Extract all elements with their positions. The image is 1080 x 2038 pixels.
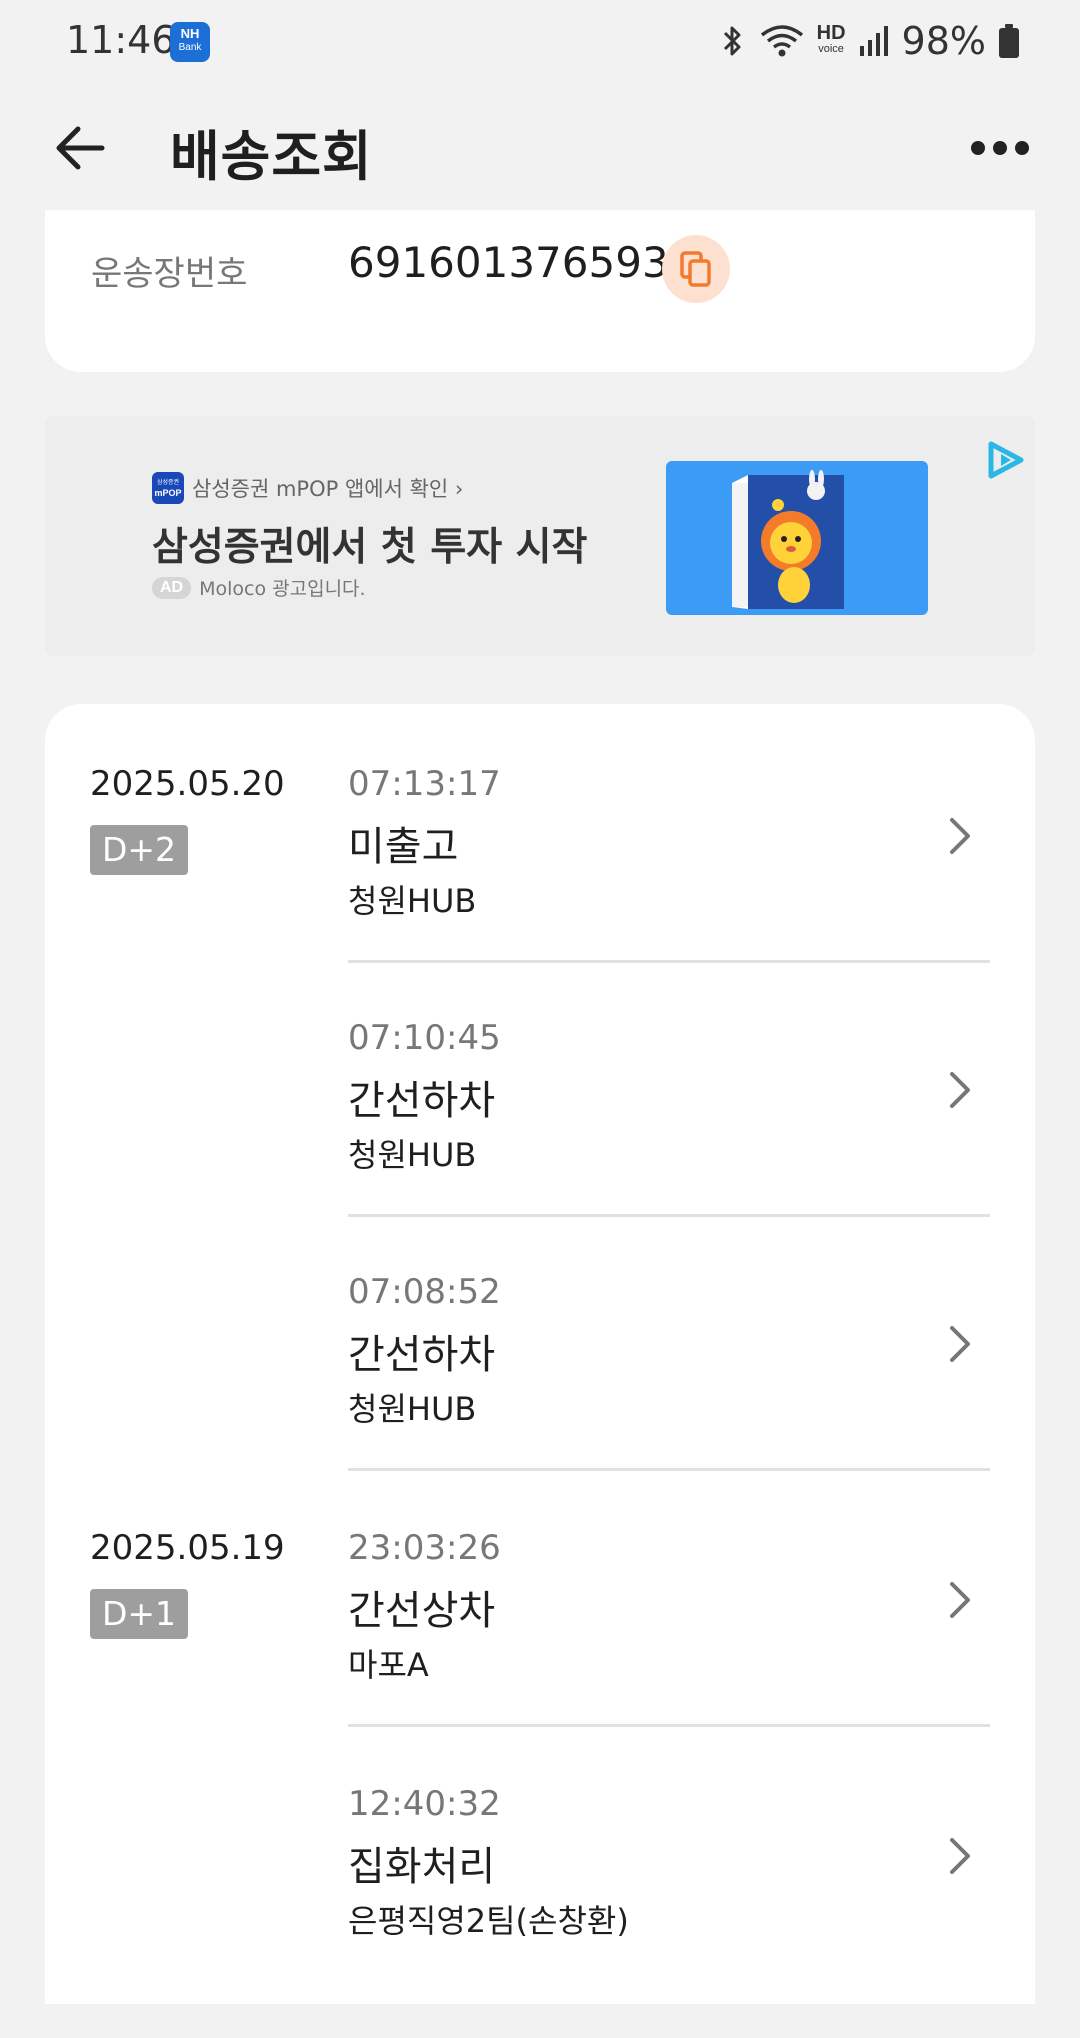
event-status: 간선하차 — [348, 1078, 496, 1124]
event-status: 간선하차 — [348, 1332, 496, 1378]
event-status: 간선상차 — [348, 1588, 496, 1634]
ad-sponsor-row: AD Moloco 광고입니다. — [152, 574, 366, 601]
event-location: 은평직영2팀(손창환) — [348, 1902, 629, 1940]
event-location: 마포A — [348, 1646, 429, 1684]
nh-icon-line1: NH — [180, 26, 200, 41]
nh-icon-line2: Bank — [178, 42, 202, 53]
ad-image — [666, 461, 928, 615]
day-badge: D+1 — [90, 1589, 189, 1639]
event-location: 청원HUB — [348, 882, 477, 920]
ad-choices-icon[interactable] — [983, 438, 1029, 484]
event-location: 청원HUB — [348, 1390, 477, 1428]
group-date: 2025.05.19 — [90, 1528, 285, 1568]
ad-badge: AD — [152, 576, 192, 599]
event-time: 12:40:32 — [348, 1784, 501, 1824]
ad-sponsor: Moloco 광고입니다. — [199, 578, 366, 600]
tracking-event-row[interactable]: 23:03:26 간선상차 마포A — [348, 1528, 990, 1782]
divider — [348, 1724, 990, 1727]
tracking-event-row[interactable]: 07:08:52 간선하차 청원HUB — [348, 1272, 990, 1526]
signal-icon — [859, 26, 888, 56]
back-button[interactable] — [48, 116, 112, 180]
ad-illustration-icon — [732, 470, 844, 609]
chevron-right-icon — [950, 818, 970, 854]
ad-app-icon-line2: mPOP — [154, 488, 182, 498]
waybill-number: 691601376593 — [348, 238, 669, 287]
copy-icon — [680, 251, 711, 287]
tracking-event-row[interactable]: 12:40:32 집화처리 은평직영2팀(손창환) — [348, 1784, 990, 2038]
waybill-label: 운송장번호 — [91, 254, 248, 294]
page-title: 배송조회 — [170, 125, 373, 188]
hd-voice-icon: HD voice — [817, 23, 846, 57]
more-dot-icon — [971, 141, 985, 155]
chevron-right-icon — [950, 1326, 970, 1362]
more-options-button[interactable] — [960, 124, 1040, 172]
chevron-right-icon — [950, 1582, 970, 1618]
ad-app-row: 삼성증권 mPOP 삼성증권 mPOP 앱에서 확인 › — [152, 472, 463, 504]
samsung-mpop-app-icon: 삼성증권 mPOP — [152, 472, 184, 504]
status-time: 11:46 — [66, 18, 176, 62]
ad-app-icon-line1: 삼성증권 — [156, 480, 180, 486]
app-header: 배송조회 — [0, 100, 1080, 196]
divider — [348, 1214, 990, 1217]
ad-banner[interactable]: 삼성증권 mPOP 삼성증권 mPOP 앱에서 확인 › 삼성증권에서 첫 투자… — [45, 416, 1035, 656]
event-status: 집화처리 — [348, 1844, 496, 1890]
ad-headline: 삼성증권에서 첫 투자 시작 — [152, 525, 588, 570]
hd-sub-label: voice — [818, 43, 844, 55]
divider — [348, 1468, 990, 1471]
copy-waybill-button[interactable] — [662, 235, 730, 303]
tracking-event-row[interactable]: 07:10:45 간선하차 청원HUB — [348, 1018, 990, 1272]
event-time: 07:10:45 — [348, 1018, 501, 1058]
event-time: 07:08:52 — [348, 1272, 501, 1312]
bluetooth-icon — [723, 26, 741, 56]
event-status: 미출고 — [348, 824, 459, 870]
status-icons: HD voice 98% — [717, 18, 1020, 64]
divider — [348, 960, 990, 963]
tracking-history-card: 2025.05.20 D+2 07:13:17 미출고 청원HUB 07:10:… — [45, 704, 1035, 2004]
event-time: 07:13:17 — [348, 764, 501, 804]
group-date: 2025.05.20 — [90, 764, 285, 804]
tracking-event-row[interactable]: 07:13:17 미출고 청원HUB — [348, 764, 990, 1018]
battery-percent: 98% — [901, 19, 986, 63]
event-time: 23:03:26 — [348, 1528, 501, 1568]
day-badge: D+2 — [90, 825, 189, 875]
waybill-card: 운송장번호 691601376593 — [45, 210, 1035, 372]
status-bar: 11:46 NH Bank HD voice 98% — [0, 0, 1080, 84]
more-dot-icon — [1015, 141, 1029, 155]
more-dot-icon — [993, 141, 1007, 155]
event-location: 청원HUB — [348, 1136, 477, 1174]
battery-icon — [999, 24, 1019, 58]
arrow-left-icon — [56, 126, 105, 170]
nh-bank-notification-icon: NH Bank — [170, 22, 210, 62]
chevron-right-icon — [950, 1072, 970, 1108]
ad-app-text: 삼성증권 mPOP 앱에서 확인 › — [192, 477, 464, 501]
wifi-icon — [760, 25, 803, 57]
chevron-right-icon — [950, 1838, 970, 1874]
